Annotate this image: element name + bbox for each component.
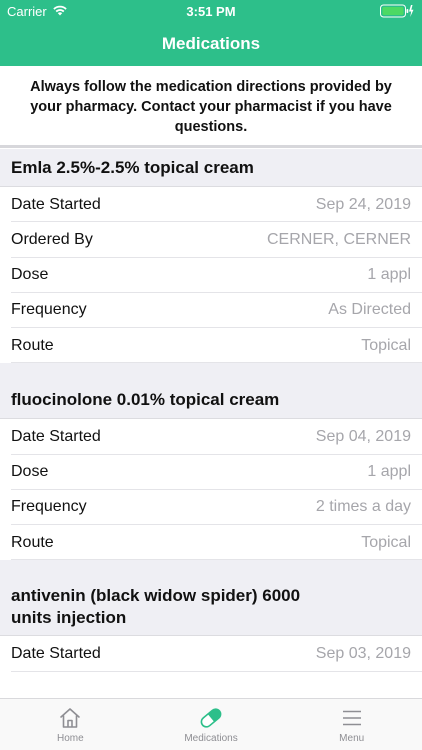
medication-name: Emla 2.5%-2.5% topical cream xyxy=(11,157,254,177)
home-icon xyxy=(60,708,81,728)
field-value: 1 appl xyxy=(367,266,411,284)
status-time: 3:51 PM xyxy=(186,4,236,19)
tab-label: Menu xyxy=(339,733,365,744)
field-label: Route xyxy=(11,533,54,551)
field-value: CERNER, CERNER xyxy=(266,230,411,248)
pill-icon xyxy=(200,708,222,728)
tab-label: Medications xyxy=(184,733,238,744)
medication-field-row: Ordered By CERNER, CERNER xyxy=(0,222,422,258)
field-value: Sep 03, 2019 xyxy=(315,644,411,662)
medication-name: antivenin (black widow spider) 6000 unit… xyxy=(11,585,301,627)
battery-icon xyxy=(380,4,414,18)
field-label: Route xyxy=(11,336,54,354)
field-label: Date Started xyxy=(11,195,101,213)
field-value: Sep 04, 2019 xyxy=(315,427,411,445)
medication-field-row: Route Topical xyxy=(0,328,422,364)
notice-text: Always follow the medication directions … xyxy=(30,79,392,135)
field-value: As Directed xyxy=(328,301,411,319)
medication-name: fluocinolone 0.01% topical cream xyxy=(11,389,280,409)
medication-list[interactable]: Emla 2.5%-2.5% topical cream Date Starte… xyxy=(0,149,422,672)
tab-medications[interactable]: Medications xyxy=(141,699,282,750)
medication-field-row: Dose 1 appl xyxy=(0,454,422,491)
section-spacer xyxy=(0,560,422,579)
field-value: Sep 24, 2019 xyxy=(315,195,411,213)
field-value: 2 times a day xyxy=(315,498,411,516)
medication-header: antivenin (black widow spider) 6000 unit… xyxy=(0,578,422,637)
medication-header: fluocinolone 0.01% topical cream xyxy=(0,381,422,420)
medication-field-row: Date Started Sep 24, 2019 xyxy=(0,187,422,223)
medication-field-row: Route Topical xyxy=(0,525,422,561)
field-value: 1 appl xyxy=(367,463,411,481)
field-label: Dose xyxy=(11,266,49,284)
section-spacer xyxy=(0,363,422,382)
field-label: Date Started xyxy=(11,427,101,445)
menu-icon xyxy=(342,710,361,726)
medication-header: Emla 2.5%-2.5% topical cream xyxy=(0,149,422,187)
status-bar: Carrier 3:51 PM xyxy=(0,0,422,22)
tab-bar: Home Medications Menu xyxy=(0,698,422,750)
page-title: Medications xyxy=(161,34,261,53)
field-label: Frequency xyxy=(11,301,87,319)
field-label: Frequency xyxy=(11,498,87,516)
field-label: Ordered By xyxy=(11,230,93,248)
tab-home[interactable]: Home xyxy=(0,699,141,750)
pharmacy-notice: Always follow the medication directions … xyxy=(0,66,422,148)
field-value: Topical xyxy=(361,336,411,354)
field-value: Topical xyxy=(361,533,411,551)
tab-label: Home xyxy=(56,733,84,744)
field-label: Date Started xyxy=(11,644,101,662)
medication-field-row: Frequency As Directed xyxy=(0,292,422,329)
medication-field-row: Date Started Sep 04, 2019 xyxy=(0,419,422,455)
medication-field-row: Frequency 2 times a day xyxy=(0,489,422,526)
medication-field-row: Dose 1 appl xyxy=(0,257,422,294)
field-label: Dose xyxy=(11,463,49,481)
navigation-bar: Medications xyxy=(0,22,422,66)
medication-field-row: Date Started Sep 03, 2019 xyxy=(0,636,422,672)
tab-menu[interactable]: Menu xyxy=(281,699,422,750)
